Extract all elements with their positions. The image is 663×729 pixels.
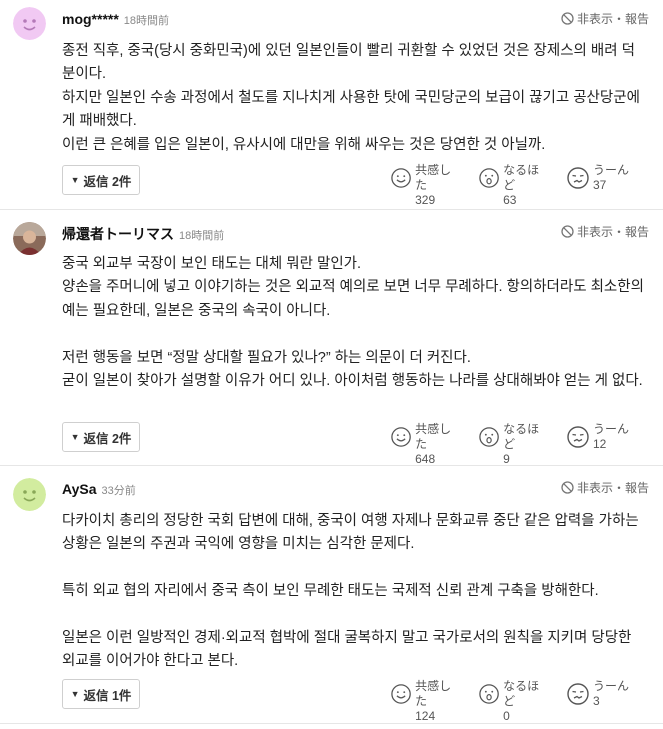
comment-body: 중국 외교부 국장이 보인 태도는 대체 뭐란 말인가. 양손을 주머니에 넣고… — [62, 253, 647, 393]
smile-face-icon — [391, 684, 411, 704]
smile-face-icon — [391, 168, 411, 188]
reaction-bar: 共感した 329 なるほど 63 うーん 37 — [391, 163, 635, 208]
triangle-down-icon: ▼ — [70, 175, 80, 185]
reaction-insight-button[interactable]: なるほど 9 — [479, 422, 547, 467]
paragraph-spacer — [62, 604, 647, 627]
doubt-count: 12 — [593, 437, 607, 451]
reply-toggle-button[interactable]: ▼ 返信 2件 — [62, 422, 140, 452]
triangle-down-icon: ▼ — [70, 432, 80, 442]
comment-paragraph: 저런 행동을 보면 “정말 상대할 필요가 있나?” 하는 의문이 더 커진다. — [62, 349, 471, 366]
surprised-face-icon — [479, 684, 499, 704]
avatar[interactable] — [13, 478, 46, 511]
reaction-doubt-button[interactable]: うーん 37 — [567, 163, 635, 208]
post-time: 33分前 — [101, 485, 136, 497]
comment-paragraph: 굳이 일본이 찾아가 설명할 이유가 어디 있나. 아이처럼 행동하는 나라를 … — [62, 373, 643, 390]
comment-body: 종전 직후, 중국(당시 중화민국)에 있던 일본인들이 빨리 귀환할 수 있었… — [62, 40, 647, 157]
agree-count: 648 — [415, 452, 436, 466]
post-time: 18時間前 — [123, 15, 170, 27]
reply-toggle-button[interactable]: ▼ 返信 2件 — [62, 165, 140, 195]
surprised-face-icon — [479, 427, 499, 447]
thinking-face-icon — [567, 167, 589, 189]
agree-count: 124 — [415, 709, 436, 723]
username[interactable]: 帰還者トーリマス 18時間前 — [62, 224, 224, 244]
reaction-insight-button[interactable]: なるほど 63 — [479, 163, 547, 208]
doubt-count: 3 — [593, 694, 600, 708]
insight-count: 0 — [503, 709, 510, 723]
reaction-doubt-button[interactable]: うーん 12 — [567, 422, 635, 467]
triangle-down-icon: ▼ — [70, 689, 80, 699]
reaction-insight-button[interactable]: なるほど 0 — [479, 679, 547, 724]
reaction-agree-button[interactable]: 共感した 648 — [391, 422, 459, 467]
avatar[interactable] — [13, 222, 46, 255]
comment-body: 다카이치 총리의 정당한 국회 답변에 대해, 중국이 여행 자제나 문화교류 … — [62, 510, 647, 674]
block-icon — [561, 481, 574, 494]
paragraph-spacer — [62, 557, 647, 580]
doubt-count: 37 — [593, 178, 607, 192]
comment: mog***** 18時間前 非表示・報告 종전 직후, 중국(당시 중화민국)에… — [0, 0, 663, 210]
hide-report-button[interactable]: 非表示・報告 — [561, 479, 649, 496]
comment: AySa 33分前 非表示・報告 다카이치 총리의 정당한 국회 답변에 대해, … — [0, 466, 663, 724]
thinking-face-icon — [567, 683, 589, 705]
reply-toggle-button[interactable]: ▼ 返信 1件 — [62, 679, 140, 709]
comment-paragraph: 다카이치 총리의 정당한 국회 답변에 대해, 중국이 여행 자제나 문화교류 … — [62, 513, 639, 553]
insight-count: 63 — [503, 193, 517, 207]
thinking-face-icon — [567, 426, 589, 448]
reaction-doubt-button[interactable]: うーん 3 — [567, 679, 635, 724]
hide-report-button[interactable]: 非表示・報告 — [561, 223, 649, 240]
post-time: 18時間前 — [179, 230, 225, 242]
comment-paragraph: 종전 직후, 중국(당시 중화민국)에 있던 일본인들이 빨리 귀환할 수 있었… — [62, 43, 635, 83]
comment-paragraph: 중국 외교부 국장이 보인 태도는 대체 뭐란 말인가. — [62, 256, 362, 272]
reaction-bar: 共感した 648 なるほど 9 うーん 12 — [391, 422, 635, 467]
block-icon — [561, 12, 574, 25]
reaction-bar: 共感した 124 なるほど 0 うーん 3 — [391, 679, 635, 724]
smile-face-icon — [391, 427, 411, 447]
comment-paragraph: 특히 외교 협의 자리에서 중국 측이 보인 무례한 태도는 국제적 신뢰 관계… — [62, 583, 599, 600]
comment-paragraph: 양손을 주머니에 넣고 이야기하는 것은 외교적 예의로 보면 너무 무례하다.… — [62, 279, 644, 319]
hide-report-button[interactable]: 非表示・報告 — [561, 10, 649, 27]
paragraph-spacer — [62, 323, 647, 346]
avatar[interactable] — [13, 7, 46, 40]
comment-paragraph: 이런 큰 은혜를 입은 일본이, 유사시에 대만을 위해 싸우는 것은 당연한 … — [62, 136, 546, 153]
block-icon — [561, 225, 574, 238]
username[interactable]: AySa 33分前 — [62, 481, 136, 498]
username[interactable]: mog***** 18時間前 — [62, 11, 169, 28]
insight-count: 9 — [503, 452, 510, 466]
reaction-agree-button[interactable]: 共感した 124 — [391, 679, 459, 724]
surprised-face-icon — [479, 168, 499, 188]
reaction-agree-button[interactable]: 共感した 329 — [391, 163, 459, 208]
agree-count: 329 — [415, 193, 436, 207]
comment-paragraph: 일본은 이런 일방적인 경제·외교적 협박에 절대 굴복하지 말고 국가로서의 … — [62, 630, 632, 670]
comment: 帰還者トーリマス 18時間前 非表示・報告 중국 외교부 국장이 보인 태도는 대… — [0, 210, 663, 466]
comment-paragraph: 하지만 일본인 수송 과정에서 철도를 지나치게 사용한 탓에 국민당군의 보급… — [62, 89, 640, 130]
